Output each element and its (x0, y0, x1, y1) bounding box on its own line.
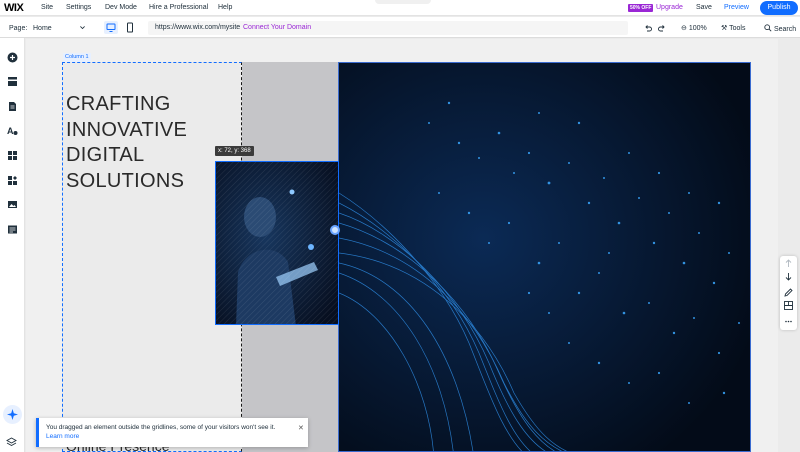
left-panel: A (0, 38, 25, 452)
headline-line: INNOVATIVE (66, 118, 188, 141)
edit-icon[interactable] (783, 287, 794, 298)
page-selector[interactable]: Home (33, 25, 52, 32)
desktop-icon (106, 23, 116, 32)
column-label-tag: Column 1 (63, 53, 91, 62)
zoom-value: 100% (688, 25, 707, 32)
toast-message: You dragged an element outside the gridl… (46, 424, 276, 431)
svg-text:A: A (7, 126, 14, 136)
headline-line: DIGITAL (66, 144, 145, 166)
column-3-background[interactable] (338, 62, 751, 452)
close-icon[interactable]: ✕ (298, 424, 304, 432)
editor-toolbar: Page: Home https://www.wix.com/mysite Co… (0, 17, 800, 38)
tools-label: Tools (729, 25, 746, 32)
discount-badge[interactable]: 50% OFF (628, 4, 654, 12)
menu-help[interactable]: Help (218, 4, 232, 11)
move-up-icon[interactable] (783, 258, 794, 269)
media-icon[interactable] (7, 199, 18, 210)
ai-assistant-button[interactable] (3, 405, 22, 424)
business-icon[interactable] (7, 175, 18, 186)
notification-pill[interactable] (375, 0, 431, 4)
top-menu-bar: WIX Site Settings Dev Mode Hire a Profes… (0, 0, 800, 16)
menu-site[interactable]: Site (41, 4, 53, 11)
move-down-icon[interactable] (783, 271, 794, 282)
sections-icon[interactable] (7, 76, 18, 87)
tools-icon: ⚒ (721, 25, 728, 32)
preview-button[interactable]: Preview (724, 4, 749, 11)
menu-settings[interactable]: Settings (66, 4, 91, 11)
headline-line: CRAFTING (66, 93, 171, 115)
search-button[interactable]: Search (764, 24, 796, 33)
gridlines-warning-toast: You dragged an element outside the gridl… (36, 418, 308, 447)
section-actions-panel (780, 256, 797, 330)
search-label: Search (773, 26, 797, 33)
ai-assistant-icon (7, 409, 18, 420)
connect-domain-link[interactable]: Connect Your Domain (243, 24, 311, 31)
menu-hire-professional[interactable]: Hire a Professional (149, 4, 208, 11)
pages-icon[interactable] (7, 101, 18, 112)
drag-coordinates-tooltip: x: 72, y: 368 (215, 146, 254, 156)
desktop-view-button[interactable] (104, 21, 118, 34)
mobile-view-button[interactable] (124, 21, 136, 34)
mobile-icon (127, 22, 133, 33)
layout-icon[interactable] (783, 300, 794, 311)
zoom-control[interactable]: ⊖ 100% (681, 24, 707, 32)
layers-icon[interactable] (6, 437, 17, 448)
person-with-tablet-image (216, 162, 338, 324)
dragged-image-element[interactable] (215, 161, 339, 325)
apps-icon[interactable] (7, 150, 18, 161)
headline-line: SOLUTIONS (66, 169, 185, 192)
menu-dev-mode[interactable]: Dev Mode (105, 4, 137, 11)
zoom-out-icon[interactable]: ⊖ (681, 25, 687, 32)
chevron-down-icon[interactable] (79, 24, 86, 33)
particle-wave-graphic (339, 63, 750, 451)
more-icon[interactable] (783, 316, 794, 327)
site-url: https://www.wix.com/mysite (155, 24, 241, 31)
redo-icon[interactable] (657, 23, 667, 33)
page-label: Page: (9, 25, 28, 32)
publish-button[interactable]: Publish (760, 1, 798, 15)
wix-logo[interactable]: WIX (4, 2, 24, 14)
cms-icon[interactable] (7, 224, 18, 235)
add-icon[interactable] (7, 52, 18, 63)
tools-button[interactable]: ⚒ Tools (721, 24, 745, 32)
learn-more-link[interactable]: Learn more (46, 433, 79, 440)
hero-headline[interactable]: CRAFTING INNOVATIVE DIGITAL SOLUTIONS (66, 92, 236, 194)
resize-handle[interactable] (330, 225, 340, 235)
design-icon[interactable]: A (7, 125, 18, 136)
url-bar: https://www.wix.com/mysite Connect Your … (148, 21, 628, 35)
save-button[interactable]: Save (696, 4, 712, 11)
undo-icon[interactable] (643, 23, 653, 33)
search-icon (764, 24, 774, 33)
upgrade-link[interactable]: Upgrade (656, 4, 683, 11)
